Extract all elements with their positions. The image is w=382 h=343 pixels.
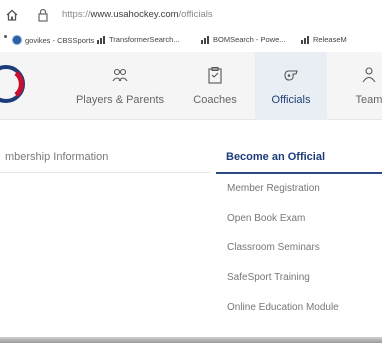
clipboard-icon — [208, 67, 222, 84]
bookmark-release[interactable]: ReleaseM — [301, 35, 347, 44]
open-book-exam-link[interactable]: Open Book Exam — [227, 213, 305, 224]
bookmark-overflow[interactable] — [4, 35, 7, 38]
bars-icon — [97, 35, 106, 44]
safesport-training-link[interactable]: SafeSport Training — [227, 272, 310, 283]
nav-coaches[interactable]: Coaches — [180, 52, 250, 120]
whistle-icon — [284, 70, 298, 81]
bookmarks-bar: govikes - CBSSports TransformerSearch...… — [0, 30, 382, 52]
browser-address-bar: https://www.usahockey.com/officials — [0, 0, 382, 30]
bookmark-label: TransformerSearch... — [109, 35, 180, 44]
nav-players-parents[interactable]: Players & Parents — [60, 52, 180, 120]
nav-label: Players & Parents — [75, 94, 165, 106]
bars-icon — [301, 35, 310, 44]
url-host: www.usahockey.com — [90, 9, 179, 20]
become-an-official-heading[interactable]: Become an Official — [226, 151, 325, 163]
nav-team[interactable]: Team — [344, 52, 382, 120]
home-icon[interactable] — [5, 8, 19, 22]
url-prefix: https:// — [62, 9, 91, 20]
member-registration-link[interactable]: Member Registration — [227, 183, 320, 194]
divider — [216, 172, 382, 174]
usa-hockey-logo[interactable] — [0, 64, 26, 104]
bookmark-bom-search[interactable]: BOMSearch - Powe... — [201, 35, 286, 44]
nav-label: Coaches — [193, 94, 237, 106]
url-field[interactable]: https://www.usahockey.com/officials — [62, 9, 213, 20]
nav-label: Officials — [271, 94, 311, 106]
team-icon — [362, 67, 376, 83]
classroom-seminars-link[interactable]: Classroom Seminars — [227, 242, 320, 253]
bookmark-label: ReleaseM — [313, 35, 347, 44]
url-path: /officials — [178, 9, 213, 20]
globe-icon — [12, 35, 22, 45]
divider — [0, 172, 210, 173]
nav-label: Team — [355, 94, 382, 106]
dot-icon — [4, 35, 7, 38]
officials-dropdown: mbership Information Become an Official … — [0, 120, 382, 337]
bookmark-label: BOMSearch - Powe... — [213, 35, 286, 44]
membership-information-link[interactable]: mbership Information — [5, 151, 108, 163]
bookmark-govikes[interactable]: govikes - CBSSports — [12, 35, 94, 45]
online-education-module-link[interactable]: Online Education Module — [227, 302, 339, 313]
bookmark-label: govikes - CBSSports — [25, 35, 95, 45]
people-icon — [112, 68, 128, 82]
hero-image-edge — [0, 337, 382, 343]
nav-officials[interactable]: Officials — [255, 52, 327, 120]
site-nav: Players & Parents Coaches Officials Team — [0, 52, 382, 120]
bookmark-transformer-search[interactable]: TransformerSearch... — [97, 35, 180, 44]
lock-icon — [38, 8, 48, 22]
bars-icon — [201, 35, 210, 44]
